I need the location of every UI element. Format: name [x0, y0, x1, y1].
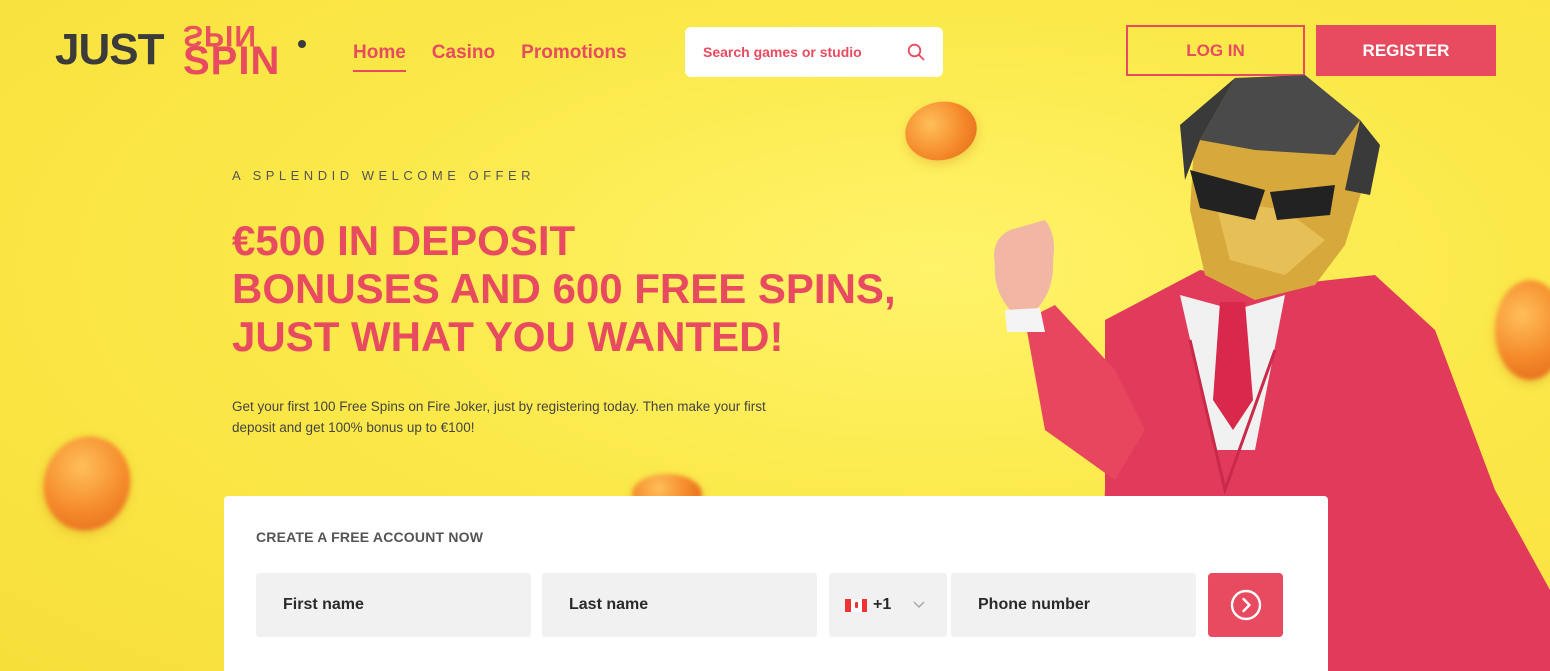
canada-flag-icon: [845, 598, 867, 612]
logo-word-spin: SPIN SPIN: [183, 19, 280, 83]
nav-home[interactable]: Home: [353, 42, 406, 72]
country-code-value: +1: [873, 596, 892, 613]
headline-line: BONUSES AND 600 FREE SPINS,: [232, 265, 896, 312]
country-code-select[interactable]: +1: [829, 573, 947, 637]
registration-title: CREATE A FREE ACCOUNT NOW: [256, 529, 484, 545]
hero-eyebrow: A SPLENDID WELCOME OFFER: [232, 168, 536, 183]
coin-decoration: [899, 95, 983, 167]
logo-dot: [298, 40, 306, 48]
logo-word-just: JUST: [55, 25, 164, 74]
arrow-right-circle-icon: [1230, 589, 1261, 621]
search-placeholder: Search games or studio: [703, 44, 862, 60]
headline-line: €500 IN DEPOSIT: [232, 217, 576, 264]
coin-decoration: [31, 425, 143, 542]
search-icon[interactable]: [907, 43, 925, 61]
headline-line: JUST WHAT YOU WANTED!: [232, 313, 784, 360]
submit-registration-button[interactable]: [1208, 573, 1283, 637]
nav-promotions[interactable]: Promotions: [521, 42, 627, 72]
main-nav: Home Casino Promotions: [353, 42, 627, 72]
nav-casino[interactable]: Casino: [432, 42, 495, 72]
hero-subtext: Get your first 100 Free Spins on Fire Jo…: [232, 399, 766, 435]
chevron-down-icon: [913, 598, 925, 612]
logo[interactable]: JUST SPIN SPIN: [55, 19, 315, 83]
search-input[interactable]: Search games or studio: [685, 27, 943, 77]
logo-spin-text: SPIN: [183, 39, 281, 83]
registration-card: CREATE A FREE ACCOUNT NOW First name Las…: [224, 496, 1328, 671]
hero-headline: €500 IN DEPOSIT BONUSES AND 600 FREE SPI…: [232, 217, 952, 361]
first-name-field[interactable]: First name: [256, 573, 531, 637]
login-button[interactable]: LOG IN: [1126, 25, 1305, 76]
last-name-field[interactable]: Last name: [542, 573, 817, 637]
phone-number-field[interactable]: Phone number: [951, 573, 1196, 637]
register-button[interactable]: REGISTER: [1316, 25, 1496, 76]
